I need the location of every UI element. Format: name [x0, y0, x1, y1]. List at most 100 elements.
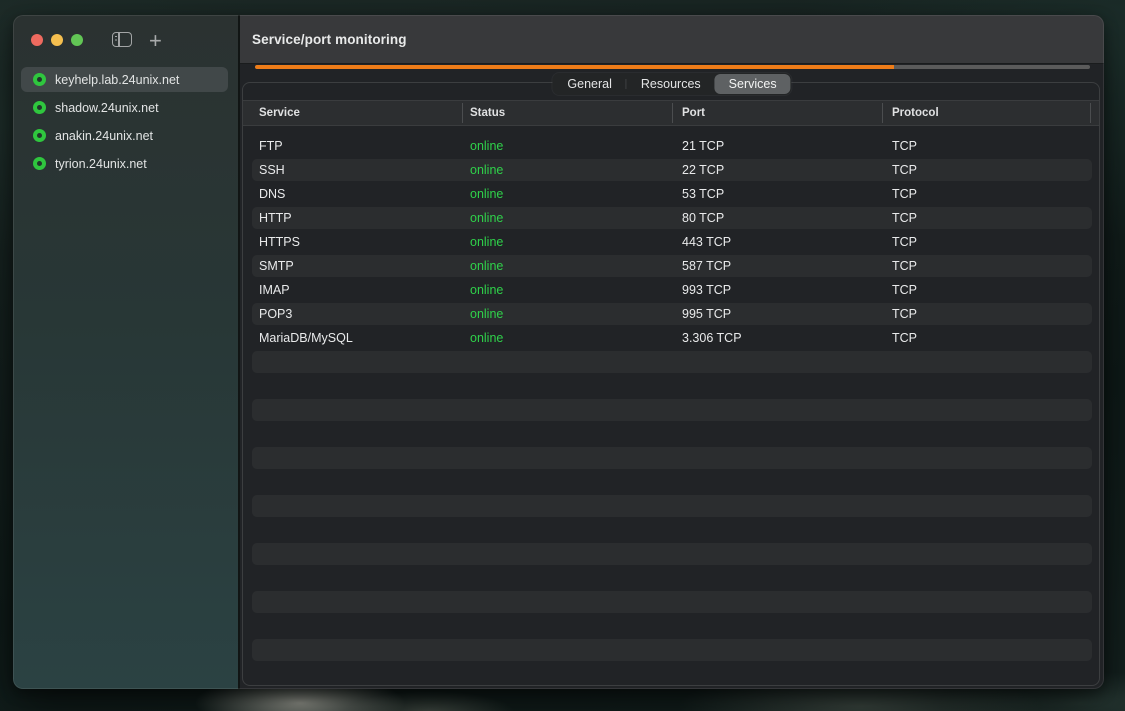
table-row-empty	[243, 422, 1099, 446]
titlebar: Service/port monitoring	[240, 15, 1104, 64]
cell-protocol: TCP	[892, 206, 917, 230]
cell-status: online	[470, 278, 503, 302]
cell-port: 80 TCP	[682, 206, 724, 230]
table-row-ftp[interactable]: FTP online 21 TCP TCP	[243, 134, 1099, 158]
sidebar-item-shadow-24unix-net[interactable]: shadow.24unix.net	[21, 95, 228, 120]
table-row-empty	[243, 350, 1099, 374]
table-row-empty	[243, 518, 1099, 542]
table-row-dns[interactable]: DNSonline53 TCPTCP	[243, 182, 1099, 206]
minimize-button[interactable]	[51, 34, 63, 46]
column-header-status[interactable]: Status	[470, 101, 505, 125]
cell-status: online	[470, 326, 503, 350]
server-label: shadow.24unix.net	[55, 101, 159, 115]
plus-icon: +	[149, 28, 162, 53]
cell-status: online	[470, 302, 503, 326]
server-status-dot-icon	[33, 73, 46, 86]
tab-services[interactable]: Services	[715, 74, 791, 94]
column-header-port[interactable]: Port	[682, 101, 705, 125]
app-window: + keyhelp.lab.24unix.net shadow.24unix.ne…	[13, 15, 1104, 689]
server-label: tyrion.24unix.net	[55, 157, 147, 171]
tab-bar: GeneralResourcesServices	[552, 73, 791, 95]
cell-service: POP3	[259, 302, 292, 326]
cell-service: HTTPS	[259, 230, 300, 254]
cell-service: MariaDB/MySQL	[259, 326, 353, 350]
cell-service: SSH	[259, 158, 285, 182]
server-status-dot-icon	[33, 129, 46, 142]
server-status-dot-icon	[33, 157, 46, 170]
table-row-https[interactable]: HTTPS online 443 TCP TCP	[243, 230, 1099, 254]
sidebar-header: +	[13, 15, 238, 65]
table-header: Service Status Port Protocol	[243, 100, 1099, 126]
cell-status: online	[470, 230, 503, 254]
cell-port: 3.306 TCP	[682, 326, 742, 350]
cell-service: DNS	[259, 182, 285, 206]
cell-status: online	[470, 134, 503, 158]
server-status-dot-icon	[33, 101, 46, 114]
server-label: keyhelp.lab.24unix.net	[55, 73, 179, 87]
cell-protocol: TCP	[892, 158, 917, 182]
zoom-button[interactable]	[71, 34, 83, 46]
cell-status: online	[470, 254, 503, 278]
sidebar-item-keyhelp-lab-24unix-net[interactable]: keyhelp.lab.24unix.net	[21, 67, 228, 92]
cell-status: online	[470, 206, 503, 230]
cell-service: IMAP	[259, 278, 290, 302]
table-row-empty	[243, 566, 1099, 590]
sidebar-toggle-icon	[112, 32, 132, 47]
column-header-service[interactable]: Service	[259, 101, 300, 125]
page-title: Service/port monitoring	[252, 15, 407, 64]
cell-protocol: TCP	[892, 278, 917, 302]
cell-port: 53 TCP	[682, 182, 724, 206]
cell-port: 443 TCP	[682, 230, 731, 254]
column-divider	[1090, 103, 1091, 123]
cell-protocol: TCP	[892, 302, 917, 326]
table-row-empty	[243, 542, 1099, 566]
add-server-button[interactable]: +	[149, 28, 162, 54]
desktop: { "window": { "title": "Service/port mon…	[0, 0, 1125, 711]
table-row-pop3[interactable]: POP3 online 995 TCP TCP	[243, 302, 1099, 326]
progress-bar-fill	[255, 65, 894, 69]
cell-port: 995 TCP	[682, 302, 731, 326]
column-divider	[672, 103, 673, 123]
progress-bar	[255, 65, 1090, 69]
cell-service: SMTP	[259, 254, 294, 278]
table-row-http[interactable]: HTTP online 80 TCP TCP	[243, 206, 1099, 230]
sidebar-item-anakin-24unix-net[interactable]: anakin.24unix.net	[21, 123, 228, 148]
traffic-lights	[31, 34, 83, 46]
table-row-empty	[243, 638, 1099, 662]
cell-service: FTP	[259, 134, 283, 158]
table-row-empty	[243, 662, 1099, 686]
table-row-imap[interactable]: IMAP online 993 TCP TCP	[243, 278, 1099, 302]
table-row-empty	[243, 374, 1099, 398]
cell-port: 22 TCP	[682, 158, 724, 182]
table-row-ssh[interactable]: SSHonline22 TCPTCP	[243, 158, 1099, 182]
table-row-smtp[interactable]: SMTP online 587 TCP TCP	[243, 254, 1099, 278]
cell-protocol: TCP	[892, 134, 917, 158]
table-row-empty	[243, 446, 1099, 470]
cell-protocol: TCP	[892, 230, 917, 254]
cell-service: HTTP	[259, 206, 292, 230]
sidebar-item-tyrion-24unix-net[interactable]: tyrion.24unix.net	[21, 151, 228, 176]
tab-resources[interactable]: Resources	[627, 74, 715, 94]
main-pane: Service/port monitoring GeneralResources…	[240, 15, 1104, 689]
column-header-protocol[interactable]: Protocol	[892, 101, 939, 125]
table-row-empty	[243, 494, 1099, 518]
cell-port: 587 TCP	[682, 254, 731, 278]
cell-protocol: TCP	[892, 326, 917, 350]
cell-port: 21 TCP	[682, 134, 724, 158]
sidebar: + keyhelp.lab.24unix.net shadow.24unix.ne…	[13, 15, 238, 689]
server-label: anakin.24unix.net	[55, 129, 153, 143]
tab-content-box: Service Status Port Protocol FTP online 21 TC…	[242, 82, 1100, 686]
column-divider	[462, 103, 463, 123]
tab-general[interactable]: General	[553, 74, 625, 94]
cell-status: online	[470, 182, 503, 206]
close-button[interactable]	[31, 34, 43, 46]
table-row-empty	[243, 590, 1099, 614]
sidebar-toggle-button[interactable]	[112, 32, 132, 47]
table-body: FTP online 21 TCP TCP SSH online 22 TCP TCP DNS o…	[243, 134, 1099, 686]
cell-protocol: TCP	[892, 254, 917, 278]
column-divider	[882, 103, 883, 123]
table-row-mariadb-mysql[interactable]: MariaDB/MySQL online 3.306 TCP TCP	[243, 326, 1099, 350]
server-list: keyhelp.lab.24unix.net shadow.24unix.net a…	[21, 67, 228, 176]
cell-port: 993 TCP	[682, 278, 731, 302]
table-row-empty	[243, 398, 1099, 422]
